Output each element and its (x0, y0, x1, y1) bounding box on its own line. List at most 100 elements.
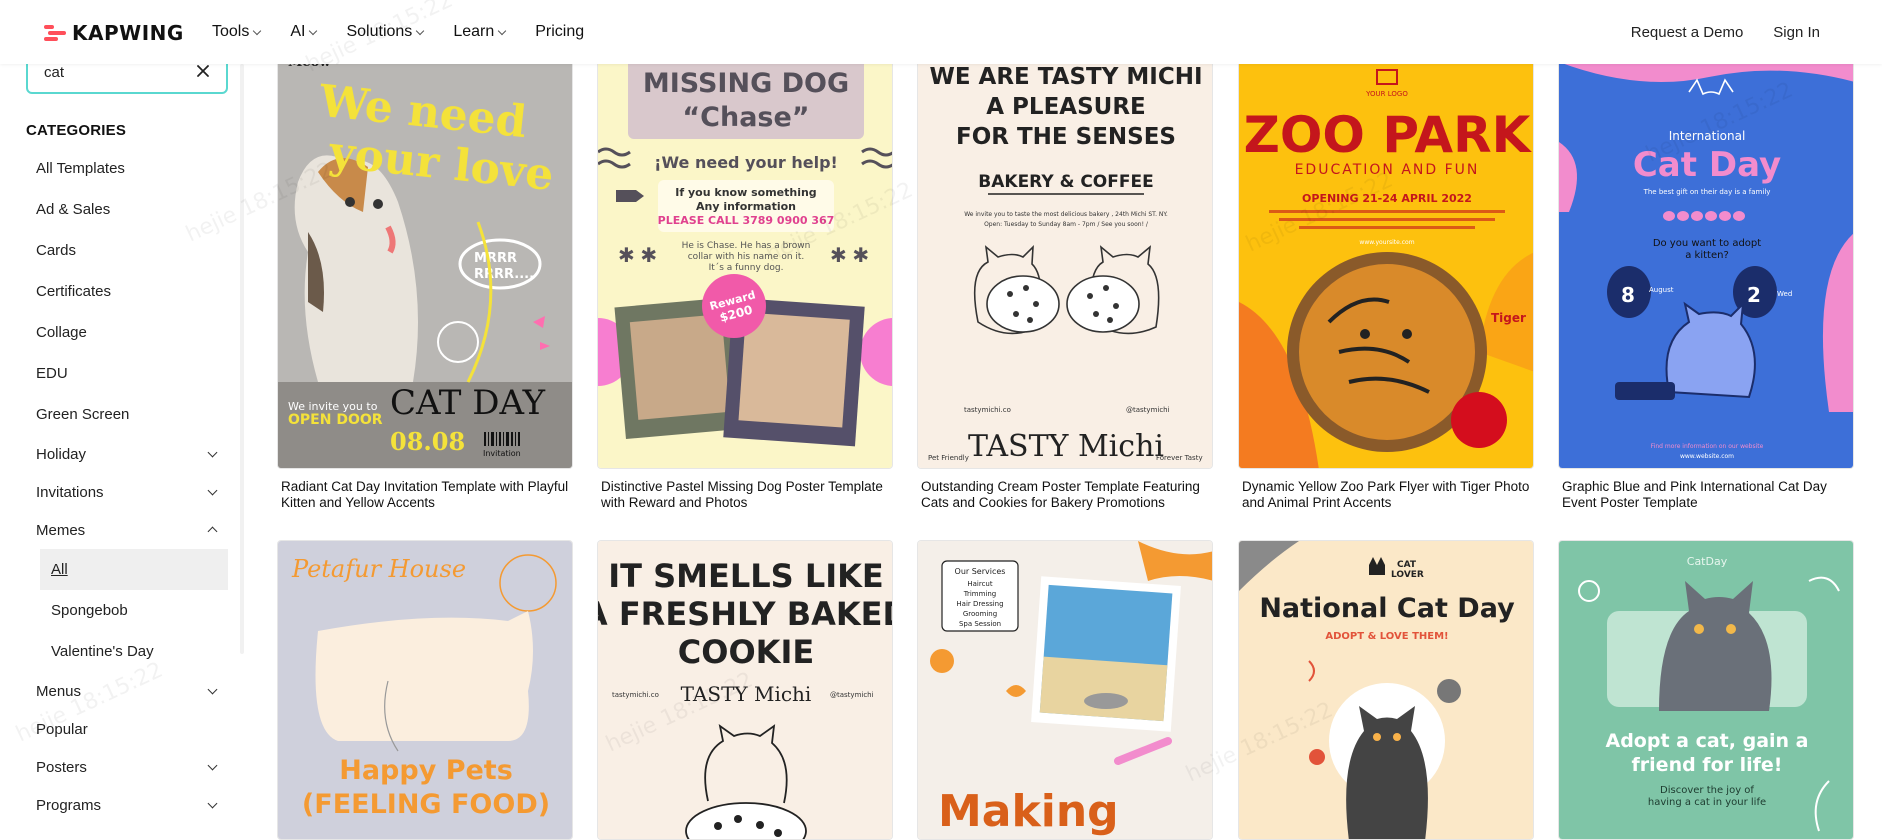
nav-solutions[interactable]: Solutions (346, 23, 425, 41)
svg-text:Find more information on our w: Find more information on our website (1651, 443, 1764, 450)
pet-services-art: Our Services Haircut Trimming Hair Dress… (918, 541, 1212, 839)
svg-text:MISSING DOG: MISSING DOG (643, 68, 849, 99)
svg-text:Grooming: Grooming (963, 610, 997, 618)
svg-text:¡We need your help!: ¡We need your help! (654, 153, 838, 172)
svg-text:IT SMELLS LIKE: IT SMELLS LIKE (608, 557, 884, 595)
template-thumbnail: YOUR LOGO ZOO PARK EDUCATION AND FUN OPE… (1238, 51, 1534, 469)
nav-learn[interactable]: Learn (453, 23, 507, 41)
sidebar-item-menus[interactable]: Menus (26, 672, 228, 710)
nav-pricing[interactable]: Pricing (535, 23, 584, 41)
national-cat-day-art: CAT LOVER National Cat Day ADOPT & LOVE … (1239, 541, 1533, 839)
request-demo-link[interactable]: Request a Demo (1631, 24, 1744, 41)
sidebar-subitem-all[interactable]: All (40, 549, 228, 590)
sidebar-item-label: Ad & Sales (36, 201, 111, 218)
sidebar-item-cards[interactable]: Cards (26, 230, 228, 271)
nav-tools[interactable]: Tools (212, 23, 262, 41)
sidebar-item-label: Invitations (36, 483, 104, 501)
category-list: All Templates Ad & Sales Cards Certifica… (26, 148, 228, 824)
svg-text:✱ ✱: ✱ ✱ (618, 245, 657, 267)
sidebar-item-label: EDU (36, 365, 68, 382)
sidebar-item-posters[interactable]: Posters (26, 748, 228, 786)
sidebar-subitem-label: All (51, 561, 68, 578)
svg-text:Petafur House: Petafur House (291, 555, 466, 583)
sidebar-item-programs[interactable]: Programs (26, 786, 228, 824)
svg-text:collar with his name on it.: collar with his name on it. (688, 252, 805, 262)
svg-text:ZOO PARK: ZOO PARK (1244, 106, 1533, 164)
sidebar-item-edu[interactable]: EDU (26, 353, 228, 394)
cat-day-invitation-art: Meow We need your love MRRR RRRR.... We … (278, 52, 572, 468)
svg-text:National Cat Day: National Cat Day (1259, 593, 1515, 624)
svg-text:8: 8 (1621, 283, 1635, 307)
sidebar-item-all-templates[interactable]: All Templates (26, 148, 228, 189)
category-sidebar: CATEGORIES All Templates Ad & Sales Card… (0, 50, 240, 829)
chevron-down-icon (207, 760, 218, 770)
template-thumbnail: CatDay Adopt a cat, gain a friend for li… (1558, 540, 1854, 840)
svg-text:Open: Tuesday to Sunday 8am -: Open: Tuesday to Sunday 8am - 7pm / See … (984, 221, 1149, 228)
svg-text:COOKIE: COOKIE (678, 633, 814, 671)
svg-text:@tastymichi: @tastymichi (830, 691, 874, 699)
template-title: Outstanding Cream Poster Template Featur… (921, 479, 1200, 510)
chevron-down-icon (207, 447, 218, 457)
svg-text:Our Services: Our Services (955, 567, 1006, 576)
svg-text:OPENING 21-24 APRIL 2022: OPENING 21-24 APRIL 2022 (1302, 192, 1472, 205)
sidebar-item-green-screen[interactable]: Green Screen (26, 394, 228, 435)
svg-text:LOVER: LOVER (1391, 570, 1424, 580)
svg-text:a kitten?: a kitten? (1685, 250, 1729, 261)
categories-heading: CATEGORIES (26, 122, 127, 139)
svg-text:YOUR LOGO: YOUR LOGO (1365, 90, 1408, 98)
svg-text:@tastymichi: @tastymichi (1126, 406, 1170, 414)
svg-text:OPEN DOOR: OPEN DOOR (288, 412, 383, 428)
svg-text:BAKERY & COFFEE: BAKERY & COFFEE (978, 172, 1153, 192)
svg-text:TASTY Michi: TASTY Michi (968, 429, 1164, 464)
chevron-down-icon (207, 684, 218, 694)
svg-text:Trimming: Trimming (963, 590, 997, 598)
svg-text:He is Chase. He has a brown: He is Chase. He has a brown (682, 241, 811, 251)
close-icon[interactable] (196, 64, 210, 78)
chevron-down-icon (497, 26, 507, 35)
sidebar-item-certificates[interactable]: Certificates (26, 271, 228, 312)
sidebar-item-invitations[interactable]: Invitations (26, 473, 228, 511)
svg-text:Haircut: Haircut (967, 580, 993, 588)
svg-text:CAT: CAT (1397, 560, 1417, 570)
sidebar-subitem-spongebob[interactable]: Spongebob (26, 590, 228, 631)
zoo-park-flyer-art: YOUR LOGO ZOO PARK EDUCATION AND FUN OPE… (1239, 52, 1533, 468)
template-title: Graphic Blue and Pink International Cat … (1562, 479, 1827, 510)
svg-text:08.08: 08.08 (390, 427, 465, 456)
svg-text:WE ARE TASTY MICHI: WE ARE TASTY MICHI (929, 64, 1202, 90)
template-title: Radiant Cat Day Invitation Template with… (281, 479, 569, 510)
sidebar-item-holiday[interactable]: Holiday (26, 435, 228, 473)
svg-text:MRRR: MRRR (474, 251, 517, 266)
svg-text:CAT DAY: CAT DAY (390, 383, 546, 423)
chevron-down-icon (253, 26, 262, 35)
sidebar-subitem-valentines-day[interactable]: Valentine's Day (26, 631, 228, 672)
svg-text:International: International (1669, 129, 1746, 143)
sign-in-link[interactable]: Sign In (1773, 24, 1820, 41)
template-thumbnail: Our Services Haircut Trimming Hair Dress… (917, 540, 1213, 840)
svg-text:RRRR....: RRRR.... (474, 267, 534, 282)
svg-text:friend for life!: friend for life! (1632, 754, 1783, 776)
svg-text:Cat Day: Cat Day (1633, 145, 1781, 185)
sidebar-item-popular[interactable]: Popular (26, 710, 228, 748)
template-thumbnail: Petafur House Happy Pets (FEELING FOOD) (277, 540, 573, 840)
sidebar-item-label: Green Screen (36, 406, 130, 423)
nav-ai[interactable]: AI (290, 23, 318, 41)
template-thumbnail: WE ARE TASTY MICHI A PLEASURE FOR THE SE… (917, 51, 1213, 469)
sidebar-scrollbar[interactable] (240, 64, 244, 654)
sidebar-item-memes[interactable]: Memes (26, 511, 228, 549)
sidebar-item-collage[interactable]: Collage (26, 312, 228, 353)
sidebar-item-ad-sales[interactable]: Ad & Sales (26, 189, 228, 230)
svg-text:Making: Making (938, 786, 1119, 837)
search-input[interactable] (44, 63, 184, 81)
adopt-a-cat-art: CatDay Adopt a cat, gain a friend for li… (1559, 541, 1853, 839)
sidebar-item-label: All Templates (36, 160, 125, 177)
international-cat-day-art: International Cat Day The best gift on t… (1559, 52, 1853, 468)
svg-text:It´s a funny dog.: It´s a funny dog. (709, 262, 784, 273)
sidebar-item-label: Certificates (36, 283, 112, 300)
template-title: Distinctive Pastel Missing Dog Poster Te… (601, 479, 883, 510)
logo-mark-icon (44, 24, 66, 42)
brand-name: KAPWING (72, 21, 184, 45)
svg-text:Tiger: Tiger (1491, 311, 1526, 325)
nav-ai-label: AI (290, 23, 306, 40)
kapwing-logo[interactable]: KAPWING (44, 21, 184, 45)
svg-text:We invite you to taste the mos: We invite you to taste the most deliciou… (964, 211, 1168, 218)
